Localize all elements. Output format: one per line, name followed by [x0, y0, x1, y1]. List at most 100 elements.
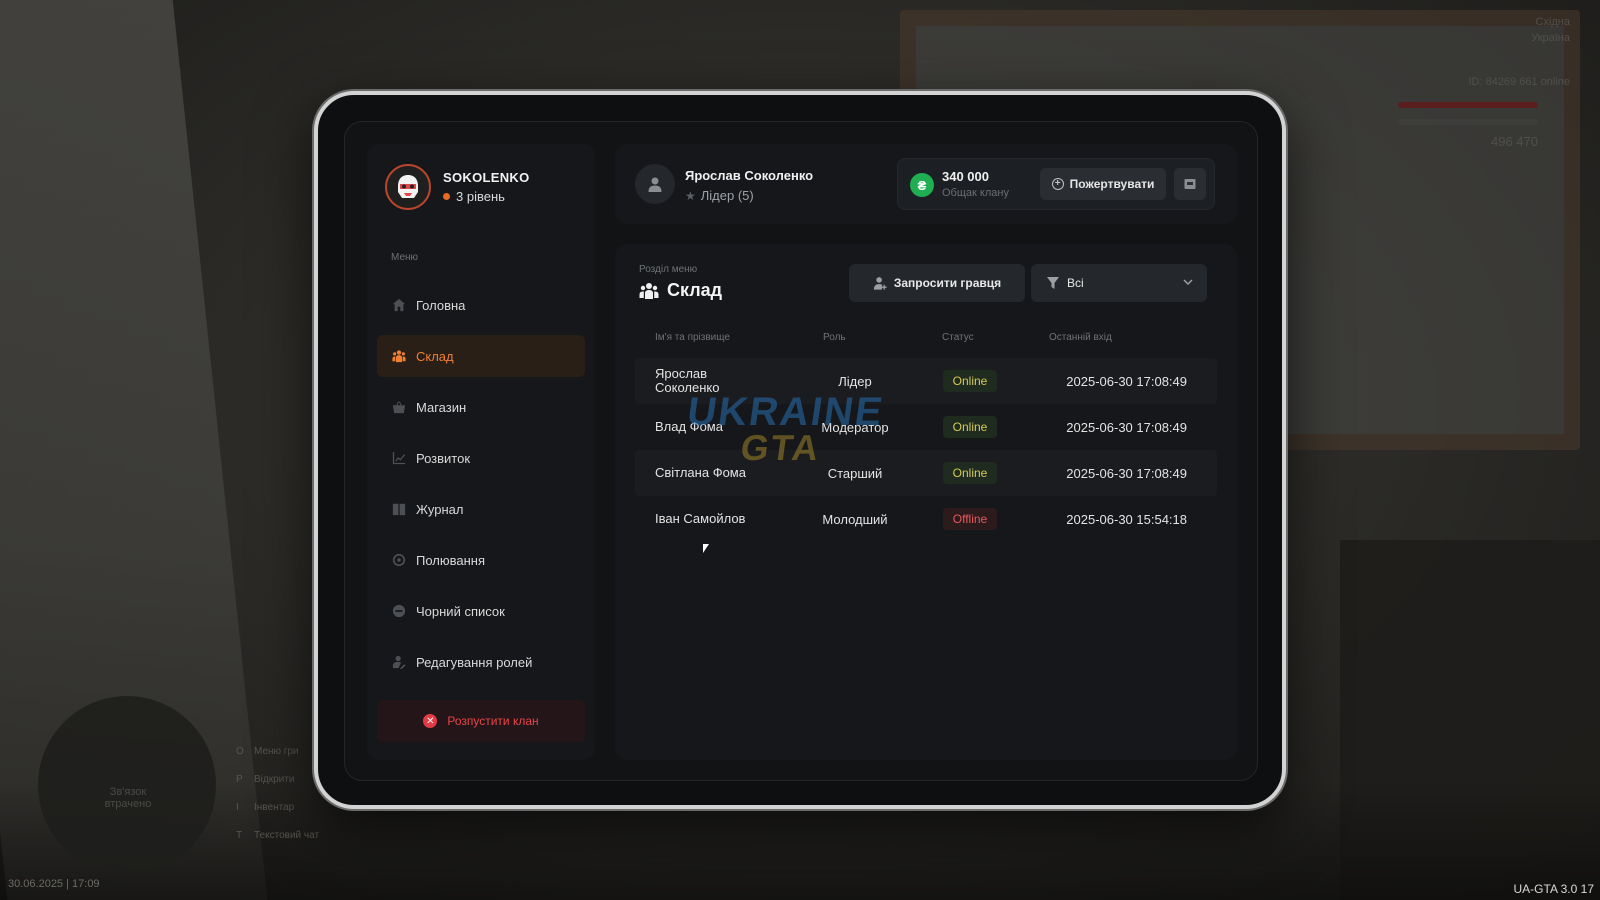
donate-label: Пожертвувати: [1069, 177, 1155, 191]
member-role: Модератор: [821, 419, 889, 435]
tablet-screen: SOKOLENKO 3 рівень Меню Головна Склад Ма…: [344, 121, 1258, 781]
star-icon: ★: [685, 188, 696, 203]
menu-label: Меню: [391, 252, 419, 263]
hud-money: 496 470: [1491, 134, 1538, 149]
member-status: Online: [925, 404, 1015, 450]
plus-circle-icon: +: [1051, 178, 1064, 190]
member-status: Online: [925, 450, 1015, 496]
leader-avatar: [635, 164, 675, 204]
sidebar-item-journal[interactable]: Журнал: [377, 488, 585, 530]
hud-version: UA-GTA 3.0 17: [1513, 882, 1595, 896]
filter-value: Всі: [1067, 276, 1084, 290]
add-user-icon: [873, 277, 887, 290]
member-name: Світлана Фома: [655, 465, 746, 480]
keybind-item: I Інвентар: [236, 802, 295, 813]
member-name: Іван Самойлов: [655, 511, 746, 526]
member-last-login: 2025-06-30 17:08:49: [1066, 419, 1187, 435]
safe-button[interactable]: [1174, 168, 1206, 200]
safe-icon: [1184, 179, 1196, 189]
table-row[interactable]: Ярослав Соколенко Лідер Online 2025-06-3…: [635, 358, 1217, 404]
close-circle-icon: ✕: [423, 714, 438, 728]
filter-icon: [1047, 277, 1059, 289]
keybind-item: O Меню гри: [236, 746, 299, 757]
column-header-last-login: Останній вхід: [1049, 332, 1112, 343]
sidebar-item-label: Магазин: [416, 399, 467, 415]
leader-role: ★ Лідер (5): [685, 188, 754, 203]
disband-clan-button[interactable]: ✕ Розпустити клан: [377, 700, 585, 742]
status-badge: Online: [942, 462, 998, 484]
keybind-list: O Меню гри P Відкрити I Інвентар T Текстовий…: [236, 738, 319, 850]
sidebar-item-shop[interactable]: Магазин: [377, 386, 585, 428]
column-header-name: Ім'я та прізвище: [655, 332, 730, 343]
sidebar-item-blacklist[interactable]: Чорний список: [377, 590, 585, 632]
target-icon: [391, 553, 406, 568]
keybind-item: T Текстовий чат: [236, 830, 320, 841]
member-last-login: 2025-06-30 17:08:49: [1066, 465, 1187, 481]
sidebar: SOKOLENKO 3 рівень Меню Головна Склад Ма…: [367, 144, 595, 760]
chart-icon: [391, 451, 406, 466]
user-icon: [648, 177, 662, 192]
disband-clan-label: Розпустити клан: [447, 714, 539, 728]
table-row[interactable]: Іван Самойлов Молодший Offline 2025-06-3…: [635, 496, 1217, 542]
status-badge: Online: [942, 370, 998, 392]
member-role: Лідер: [838, 373, 872, 389]
hryvnia-coin-icon: ₴: [910, 173, 934, 197]
user-edit-icon: [391, 655, 406, 670]
hud-datetime: 30.06.2025 | 17:09: [8, 878, 100, 890]
section-label: Розділ меню: [639, 264, 698, 275]
profile-level: 3 рівень: [443, 189, 529, 204]
member-role: Молодший: [822, 511, 888, 527]
clan-header: Ярослав Соколенко ★ Лідер (5) ₴ 340 000 О…: [615, 144, 1237, 224]
sidebar-item-label: Головна: [416, 297, 466, 313]
treasury-label: Общак клану: [942, 187, 1009, 199]
clan-treasury: ₴ 340 000 Общак клану + Пожертвувати: [897, 158, 1215, 210]
status-filter-select[interactable]: Всі: [1031, 264, 1207, 302]
sidebar-item-label: Полювання: [416, 552, 486, 568]
clan-tablet: SOKOLENKO 3 рівень Меню Головна Склад Ма…: [314, 91, 1286, 809]
profile-name: SOKOLENKO: [443, 170, 530, 185]
invite-player-button[interactable]: Запросити гравця: [849, 264, 1025, 302]
chevron-down-icon: [1183, 279, 1193, 286]
profile: SOKOLENKO 3 рівень: [385, 164, 529, 210]
table-row[interactable]: Влад Фома Модератор Online 2025-06-30 17…: [635, 404, 1217, 450]
mouse-cursor: [703, 544, 709, 553]
keybind-item: P Відкрити: [236, 774, 295, 785]
status-badge: Offline: [942, 508, 998, 530]
clan-logo-icon: [398, 175, 418, 198]
sidebar-item-role-editing[interactable]: Редагування ролей: [377, 641, 585, 683]
member-status: Offline: [925, 496, 1015, 542]
member-name: Ярослав Соколенко: [655, 366, 720, 395]
leader-name: Ярослав Соколенко: [685, 168, 814, 183]
sidebar-menu: Головна Склад Магазин Розвиток Журнал По…: [377, 284, 585, 692]
members-panel: Розділ меню Склад Запросити гравця Всі І…: [615, 244, 1237, 760]
book-icon: [391, 502, 406, 517]
member-role: Старший: [827, 465, 883, 481]
invite-player-label: Запросити гравця: [893, 276, 1002, 290]
sidebar-item-development[interactable]: Розвиток: [377, 437, 585, 479]
sidebar-item-hunting[interactable]: Полювання: [377, 539, 585, 581]
page-title: Склад: [639, 280, 722, 301]
members-icon: [639, 282, 659, 299]
sidebar-item-home[interactable]: Головна: [377, 284, 585, 326]
hud-server-info: ID: 84269 661 online: [1468, 76, 1570, 88]
minimap: Зв'язок втрачено: [38, 696, 216, 874]
column-header-role: Роль: [823, 332, 846, 343]
sidebar-item-label: Журнал: [416, 501, 464, 517]
ban-icon: [391, 604, 406, 619]
sidebar-item-label: Чорний список: [416, 603, 505, 619]
member-last-login: 2025-06-30 17:08:49: [1066, 373, 1187, 389]
table-row[interactable]: Світлана Фома Старший Online 2025-06-30 …: [635, 450, 1217, 496]
donate-button[interactable]: + Пожертвувати: [1040, 168, 1166, 200]
column-header-status: Статус: [942, 332, 974, 343]
radar-status-text: Зв'язок втрачено: [104, 786, 152, 810]
hud-health-bars: [1398, 102, 1538, 136]
avatar: [385, 164, 431, 210]
sidebar-item-label: Розвиток: [416, 450, 471, 466]
sidebar-item-label: Склад: [416, 348, 454, 364]
sidebar-item-warehouse[interactable]: Склад: [377, 335, 585, 377]
hud-region: Східна Україна ID: 84269 661 online: [1468, 16, 1570, 88]
treasury-amount: 340 000: [942, 169, 989, 184]
members-table: Ярослав Соколенко Лідер Online 2025-06-3…: [635, 358, 1217, 542]
member-last-login: 2025-06-30 15:54:18: [1066, 511, 1187, 527]
home-icon: [391, 298, 406, 313]
